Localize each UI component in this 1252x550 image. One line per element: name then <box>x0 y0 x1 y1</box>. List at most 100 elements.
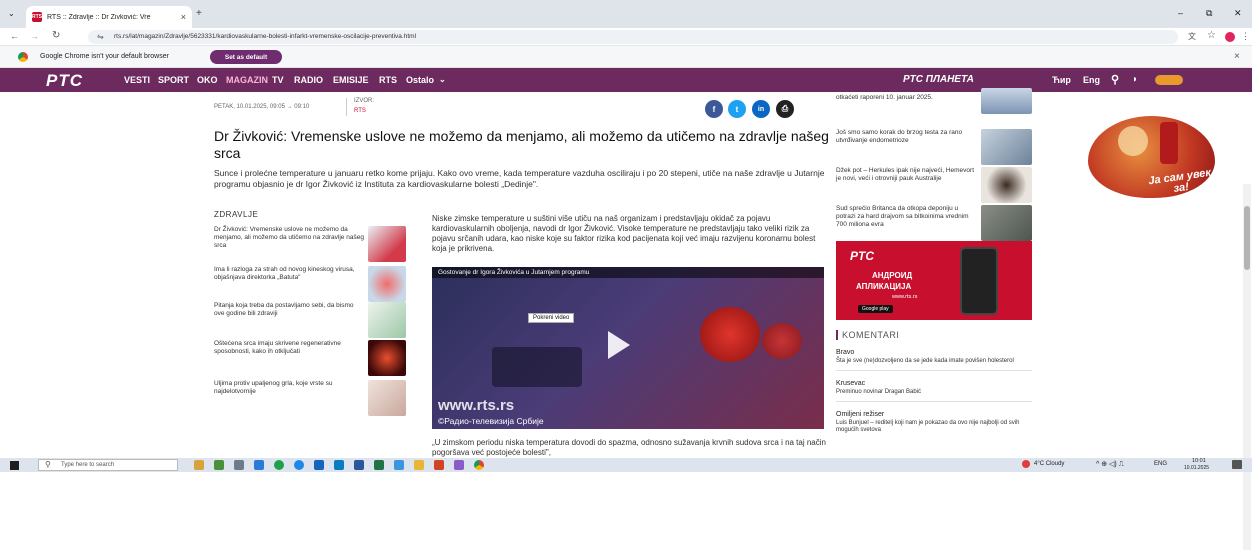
related-item[interactable]: Pitanja koja treba da postavljamo sebi, … <box>214 302 406 342</box>
close-window-button[interactable]: ✕ <box>1234 8 1242 19</box>
word-icon[interactable] <box>354 460 364 470</box>
related-item-text[interactable]: Ima li razloga za strah od novog kinesko… <box>214 266 364 282</box>
theme-toggle[interactable] <box>1155 75 1183 85</box>
notification-icon[interactable] <box>1232 460 1242 469</box>
search-icon[interactable]: ⚲ <box>1111 68 1119 92</box>
related-item-text[interactable]: Dr Živković: Vremenske uslove ne možemo … <box>214 226 364 250</box>
right-news-item[interactable]: Još smo samo korak do brzog testa za ran… <box>836 129 1032 169</box>
related-item-text[interactable]: Oštećena srca imaju skrivene regenerativ… <box>214 340 364 356</box>
tab-list-icon[interactable]: ⌄ <box>8 9 15 18</box>
right-news-text[interactable]: Sud sprečio Britanca da otkopa deponiju … <box>836 205 974 229</box>
rss-icon[interactable]: ◗ <box>1132 68 1138 92</box>
clock-time[interactable]: 10:01 <box>1192 458 1206 464</box>
profile-avatar[interactable] <box>1225 32 1235 42</box>
taskbar-app-icon[interactable] <box>274 460 284 470</box>
rts-logo[interactable]: PTC <box>46 71 83 91</box>
scrollbar-thumb[interactable] <box>1244 206 1250 270</box>
reload-icon[interactable]: ↻ <box>52 30 60 41</box>
taskbar-app-icon[interactable] <box>214 460 224 470</box>
comment-user[interactable]: Bravo <box>836 349 1032 356</box>
twitter-share-icon[interactable]: t <box>728 100 746 118</box>
comment-user[interactable]: Krusevac <box>836 380 1032 387</box>
google-play-badge[interactable]: Google play <box>858 305 893 313</box>
android-app-banner[interactable]: PTC АНДРОИД АПЛИКАЦИЈА www.rts.rs Google… <box>836 241 1032 320</box>
browser-tab[interactable]: RTS RTS :: Zdravlje :: Dr Živković: Vre … <box>26 6 192 28</box>
video-player[interactable]: Gostovanje dr Igora Živkovića u Jutarnje… <box>432 267 824 429</box>
related-item[interactable]: Oštećena srca imaju skrivene regenerativ… <box>214 340 406 380</box>
nav-sport[interactable]: SPORT <box>158 68 189 92</box>
related-item-image[interactable] <box>368 226 406 262</box>
taskbar-search[interactable]: ⚲ Type here to search <box>38 459 178 471</box>
advertisement[interactable]: Ja сам увек за! <box>1088 116 1215 198</box>
nav-emisije[interactable]: EMISIJE <box>333 68 369 92</box>
taskbar-app-icon[interactable] <box>194 460 204 470</box>
windows-start-icon[interactable] <box>10 461 19 470</box>
right-news-image[interactable] <box>981 167 1032 203</box>
related-item[interactable]: Uljima protiv upaljenog grla, koje vrste… <box>214 380 406 420</box>
facebook-share-icon[interactable]: f <box>705 100 723 118</box>
right-news-item[interactable]: Sud sprečio Britanca da otkopa deponiju … <box>836 205 1032 245</box>
nav-magazin[interactable]: MAGAZIN <box>226 68 268 92</box>
taskbar-app-icon[interactable] <box>454 460 464 470</box>
related-item-image[interactable] <box>368 266 406 302</box>
right-news-text[interactable]: Džek pot – Herkules ipak nije najveći, H… <box>836 167 974 183</box>
right-news-item[interactable]: Džek pot – Herkules ipak nije najveći, H… <box>836 167 1032 207</box>
right-news-image[interactable] <box>981 205 1032 241</box>
menu-icon[interactable]: ⋮ <box>1241 31 1250 42</box>
weather-text[interactable]: 4°C Cloudy <box>1034 461 1064 467</box>
folder-icon[interactable] <box>414 460 424 470</box>
clock-date[interactable]: 10.01.2025 <box>1184 465 1209 471</box>
comment-article[interactable]: Preminuo novinar Dragan Babić <box>836 389 1032 396</box>
new-tab-button[interactable]: + <box>196 8 202 19</box>
back-icon[interactable]: ← <box>10 31 19 41</box>
excel-icon[interactable] <box>374 460 384 470</box>
taskbar-app-icon[interactable] <box>314 460 324 470</box>
tray-icons[interactable]: ^ ⊕ ◁) ⎍ <box>1096 460 1124 469</box>
taskbar-app-icon[interactable] <box>254 460 264 470</box>
taskbar-app-icon[interactable] <box>334 460 344 470</box>
right-news-text[interactable]: otkaćeti raporeni 10. januar 2025. <box>836 94 974 102</box>
bookmark-star-icon[interactable]: ☆ <box>1207 30 1216 41</box>
related-item-image[interactable] <box>368 340 406 376</box>
nav-radio[interactable]: RADIO <box>294 68 323 92</box>
related-item-text[interactable]: Uljima protiv upaljenog grla, koje vrste… <box>214 380 364 396</box>
right-news-image[interactable] <box>981 88 1032 114</box>
url-bar[interactable]: ⇋ rts.rs/lat/magazin/Zdravlje/5623331/ka… <box>88 30 1178 44</box>
minimize-button[interactable]: – <box>1178 8 1183 18</box>
nav-vesti[interactable]: VESTI <box>124 68 150 92</box>
set-default-button[interactable]: Set as default <box>210 50 282 64</box>
print-icon[interactable]: ⎙ <box>776 100 794 118</box>
linkedin-share-icon[interactable]: in <box>752 100 770 118</box>
nav-rts[interactable]: RTS <box>379 68 397 92</box>
related-item-image[interactable] <box>368 380 406 416</box>
planeta-link[interactable]: PTC ПЛАНЕТА <box>903 68 974 92</box>
chevron-down-icon[interactable]: ⌄ <box>439 68 446 92</box>
taskbar-app-icon[interactable] <box>234 460 244 470</box>
tab-close-icon[interactable]: × <box>181 12 186 22</box>
nav-ostalo[interactable]: Ostalo <box>406 68 434 92</box>
right-news-image[interactable] <box>981 129 1032 165</box>
related-item-text[interactable]: Pitanja koja treba da postavljamo sebi, … <box>214 302 364 318</box>
chrome-taskbar-icon[interactable] <box>474 460 484 470</box>
taskbar-app-icon[interactable] <box>394 460 404 470</box>
taskbar-app-icon[interactable] <box>294 460 304 470</box>
forward-icon[interactable]: → <box>30 31 39 41</box>
comment-article[interactable]: Šta je sve (ne)dozvoljeno da se jede kad… <box>836 358 1032 365</box>
input-language[interactable]: ENG <box>1154 461 1167 467</box>
right-news-item[interactable]: otkaćeti raporeni 10. januar 2025. <box>836 88 1032 118</box>
taskbar-app-icon[interactable] <box>434 460 444 470</box>
translate-icon[interactable]: 文 <box>1188 31 1196 42</box>
nav-oko[interactable]: OKO <box>197 68 218 92</box>
site-info-icon[interactable]: ⇋ <box>97 30 104 44</box>
related-item[interactable]: Ima li razloga za strah od novog kinesko… <box>214 266 406 306</box>
language-switch[interactable]: Eng <box>1083 68 1100 92</box>
related-item[interactable]: Dr Živković: Vremenske uslove ne možemo … <box>214 226 406 266</box>
maximize-button[interactable]: ⧉ <box>1206 8 1212 19</box>
right-news-text[interactable]: Još smo samo korak do brzog testa za ran… <box>836 129 974 145</box>
script-switch[interactable]: Ћир <box>1052 68 1071 92</box>
comment-user[interactable]: Omiljeni režiser <box>836 411 1032 418</box>
section-title[interactable]: ZDRAVLJE <box>214 210 258 219</box>
nav-tv[interactable]: TV <box>272 68 284 92</box>
infobar-close-icon[interactable]: × <box>1234 51 1240 62</box>
related-item-image[interactable] <box>368 302 406 338</box>
